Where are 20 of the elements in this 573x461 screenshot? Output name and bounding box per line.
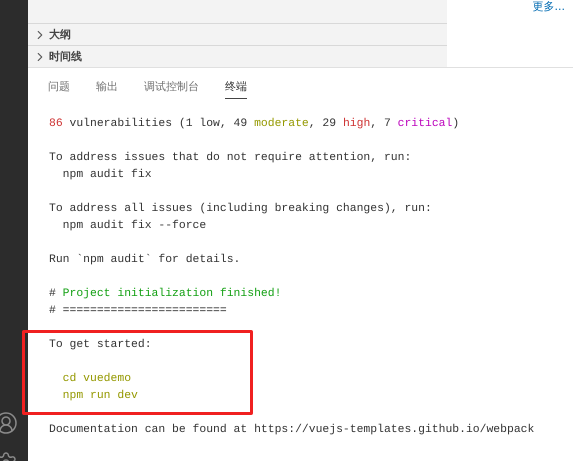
terminal-line: Documentation can be found at https://vuejs-templates.github.io/webpack bbox=[49, 422, 536, 438]
terminal-line: To address issues that do not require attention, run: bbox=[49, 150, 412, 166]
terminal-line: npm run dev bbox=[62, 388, 139, 404]
panel-tab[interactable]: 调试控制台 bbox=[144, 77, 199, 99]
terminal-line: # Project initialization finished! bbox=[49, 286, 282, 302]
section-header[interactable]: 大纲 bbox=[28, 23, 447, 45]
account-icon[interactable] bbox=[0, 411, 18, 435]
terminal-line: To get started: bbox=[49, 338, 153, 353]
terminal-line: npm audit fix --force bbox=[62, 218, 208, 234]
terminal-line: # ======================== bbox=[49, 304, 228, 319]
terminal-line: To address all issues (including breaking changes), run: bbox=[49, 202, 433, 217]
panel-tab[interactable]: 输出 bbox=[96, 77, 118, 99]
panel-tab[interactable]: 终端 bbox=[225, 77, 247, 99]
more-link[interactable]: 更多... bbox=[532, 1, 565, 13]
terminal-line: Run `npm audit` for details. bbox=[49, 252, 242, 268]
panel-tab[interactable]: 问题 bbox=[48, 77, 70, 99]
terminal-line: cd vuedemo bbox=[62, 372, 132, 387]
terminal-line: 86 vulnerabilities (1 low, 49 moderate, 29 high, 7 critical) bbox=[49, 116, 460, 132]
terminal-line: npm audit fix bbox=[62, 168, 153, 183]
section-header[interactable]: 时间线 bbox=[28, 45, 447, 67]
